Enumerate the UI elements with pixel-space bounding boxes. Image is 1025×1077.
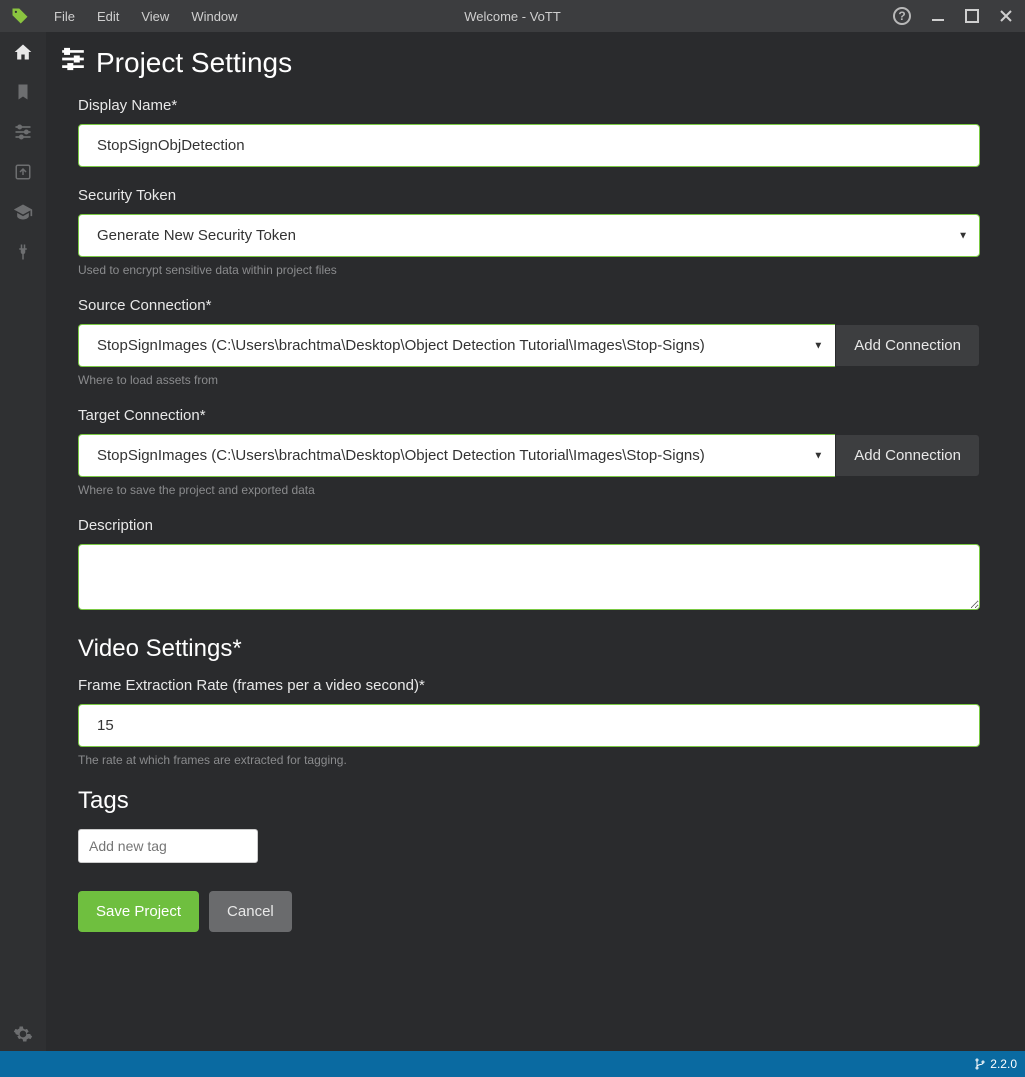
menu-window[interactable]: Window bbox=[191, 9, 237, 24]
target-add-connection-button[interactable]: Add Connection bbox=[835, 434, 980, 477]
sidebar-plug-icon[interactable] bbox=[13, 242, 33, 262]
statusbar: 2.2.0 bbox=[0, 1051, 1025, 1077]
target-connection-select[interactable]: StopSignImages (C:\Users\brachtma\Deskto… bbox=[78, 434, 835, 477]
git-branch-icon bbox=[974, 1058, 986, 1070]
titlebar: File Edit View Window Welcome - VoTT ? bbox=[0, 0, 1025, 32]
menu-bar: File Edit View Window bbox=[40, 9, 238, 24]
minimize-icon[interactable] bbox=[931, 9, 945, 23]
sidebar-bookmark-icon[interactable] bbox=[13, 82, 33, 102]
window-title: Welcome - VoTT bbox=[464, 9, 561, 24]
menu-file[interactable]: File bbox=[54, 9, 75, 24]
sidebar-sliders-icon[interactable] bbox=[13, 122, 33, 142]
source-add-connection-button[interactable]: Add Connection bbox=[835, 324, 980, 367]
video-settings-heading: Video Settings* bbox=[78, 635, 980, 663]
sliders-icon bbox=[60, 46, 86, 79]
frame-rate-input[interactable] bbox=[78, 704, 980, 747]
tags-heading: Tags bbox=[78, 787, 980, 815]
security-token-label: Security Token bbox=[78, 187, 980, 204]
source-connection-select[interactable]: StopSignImages (C:\Users\brachtma\Deskto… bbox=[78, 324, 835, 367]
maximize-icon[interactable] bbox=[965, 9, 979, 23]
cancel-button[interactable]: Cancel bbox=[209, 891, 292, 932]
security-token-select[interactable]: Generate New Security Token bbox=[78, 214, 980, 257]
description-textarea[interactable] bbox=[78, 544, 980, 610]
sidebar-export-icon[interactable] bbox=[13, 162, 33, 182]
close-icon[interactable] bbox=[999, 9, 1013, 23]
version-label[interactable]: 2.2.0 bbox=[974, 1057, 1017, 1071]
menu-view[interactable]: View bbox=[141, 9, 169, 24]
sidebar-settings-icon[interactable] bbox=[13, 1031, 33, 1051]
add-tag-input[interactable] bbox=[78, 829, 258, 863]
page-title: Project Settings bbox=[60, 46, 995, 79]
security-token-help: Used to encrypt sensitive data within pr… bbox=[78, 263, 980, 277]
source-connection-label: Source Connection* bbox=[78, 297, 980, 314]
sidebar-home-icon[interactable] bbox=[13, 42, 33, 62]
app-logo-icon bbox=[0, 7, 40, 25]
content-area: Project Settings Display Name* Security … bbox=[46, 32, 1025, 1051]
save-project-button[interactable]: Save Project bbox=[78, 891, 199, 932]
target-connection-label: Target Connection* bbox=[78, 407, 980, 424]
frame-rate-label: Frame Extraction Rate (frames per a vide… bbox=[78, 677, 980, 694]
source-connection-help: Where to load assets from bbox=[78, 373, 980, 387]
target-connection-help: Where to save the project and exported d… bbox=[78, 483, 980, 497]
sidebar bbox=[0, 32, 46, 1051]
display-name-input[interactable] bbox=[78, 124, 980, 167]
description-label: Description bbox=[78, 517, 980, 534]
frame-rate-help: The rate at which frames are extracted f… bbox=[78, 753, 980, 767]
help-icon[interactable]: ? bbox=[893, 7, 911, 25]
menu-edit[interactable]: Edit bbox=[97, 9, 119, 24]
sidebar-graduation-icon[interactable] bbox=[13, 202, 33, 222]
display-name-label: Display Name* bbox=[78, 97, 980, 114]
